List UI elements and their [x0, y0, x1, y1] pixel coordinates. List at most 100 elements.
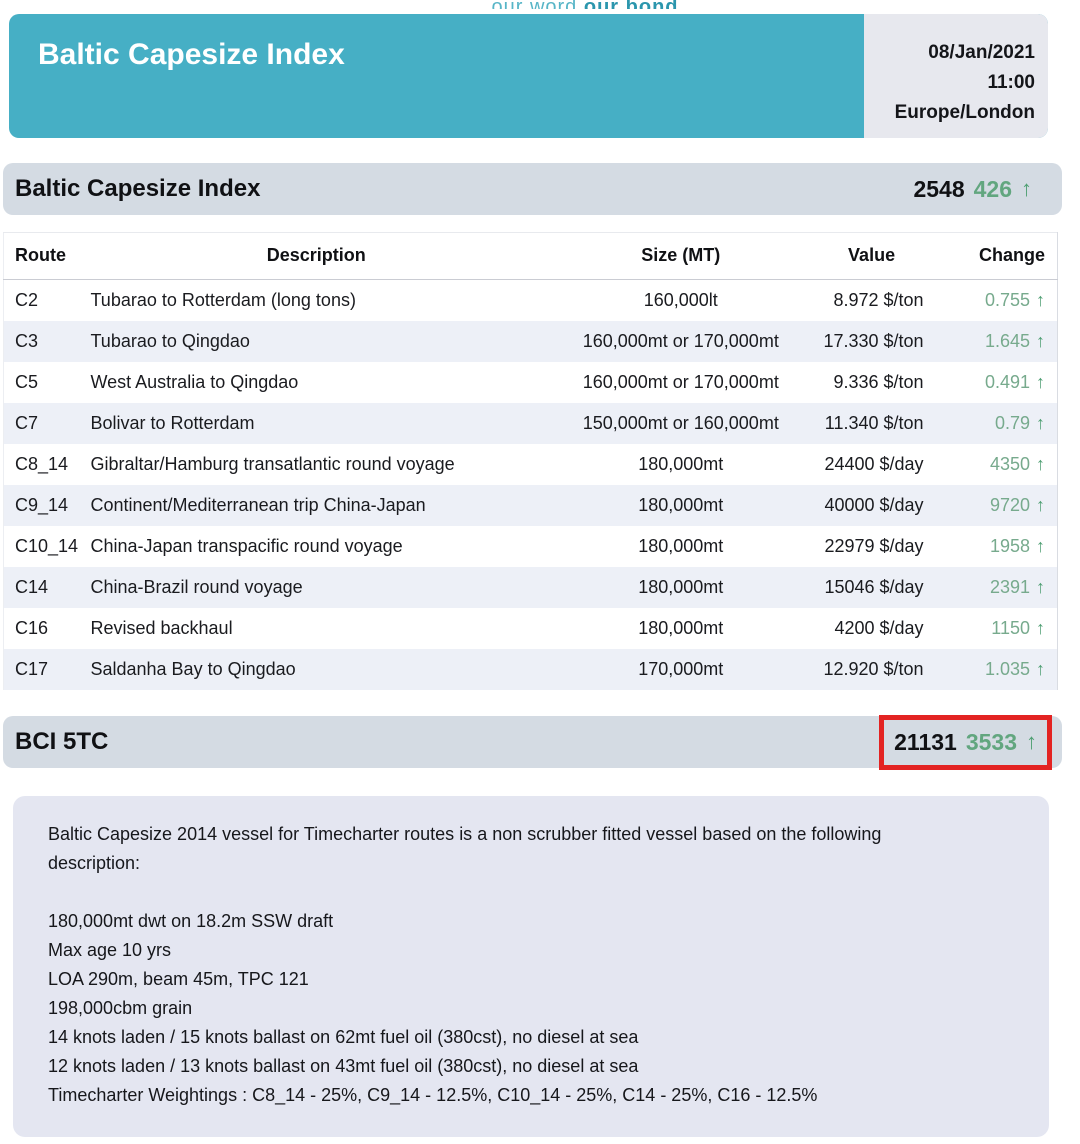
value-cell: 40000 $/day	[816, 485, 928, 526]
size-cell: 170,000mt	[546, 649, 816, 690]
routes-table-head: Route Description Size (MT) Value Change	[4, 233, 1058, 280]
up-arrow-icon: ↑	[1030, 331, 1045, 351]
description-cell: Gibraltar/Hamburg transatlantic round vo…	[86, 444, 545, 485]
route-cell: C14	[4, 567, 87, 608]
size-cell: 180,000mt	[546, 485, 816, 526]
bci-5tc-bar: BCI 5TC 21131 3533 ↑	[3, 716, 1062, 768]
table-row: C2 Tubarao to Rotterdam (long tons) 160,…	[4, 280, 1058, 322]
description-cell: Tubarao to Rotterdam (long tons)	[86, 280, 545, 322]
column-header-change: Change	[928, 233, 1058, 280]
vessel-description-paragraph: Baltic Capesize 2014 vessel for Timechar…	[48, 820, 978, 878]
change-cell: 0.755↑	[928, 280, 1058, 322]
up-arrow-icon: ↑	[1030, 372, 1045, 392]
bci-5tc-change: 3533	[966, 729, 1017, 756]
route-cell: C7	[4, 403, 87, 444]
vessel-spec-line: Max age 10 yrs	[48, 936, 1009, 965]
up-arrow-icon: ↑	[1026, 729, 1037, 755]
index-value: 2548	[913, 176, 964, 203]
table-row: C9_14 Continent/Mediterranean trip China…	[4, 485, 1058, 526]
change-cell: 1.645↑	[928, 321, 1058, 362]
description-cell: West Australia to Qingdao	[86, 362, 545, 403]
table-row: C5 West Australia to Qingdao 160,000mt o…	[4, 362, 1058, 403]
routes-table: Route Description Size (MT) Value Change…	[3, 232, 1058, 690]
column-header-description: Description	[86, 233, 545, 280]
route-cell: C16	[4, 608, 87, 649]
routes-header-row: Route Description Size (MT) Value Change	[4, 233, 1058, 280]
motto-part2: our bond	[584, 0, 679, 9]
table-row: C7 Bolivar to Rotterdam 150,000mt or 160…	[4, 403, 1058, 444]
up-arrow-icon: ↑	[1030, 495, 1045, 515]
vessel-description-panel: Baltic Capesize 2014 vessel for Timechar…	[13, 796, 1049, 1137]
size-cell: 180,000mt	[546, 444, 816, 485]
up-arrow-icon: ↑	[1030, 290, 1045, 310]
change-amount: 1.035	[985, 659, 1030, 679]
table-row: C17 Saldanha Bay to Qingdao 170,000mt 12…	[4, 649, 1058, 690]
description-cell: Bolivar to Rotterdam	[86, 403, 545, 444]
size-cell: 150,000mt or 160,000mt	[546, 403, 816, 444]
change-amount: 1150	[991, 618, 1030, 638]
up-arrow-icon: ↑	[1030, 536, 1045, 556]
route-cell: C8_14	[4, 444, 87, 485]
report-time: 11:00	[864, 68, 1035, 98]
up-arrow-icon: ↑	[1030, 577, 1045, 597]
report-datebox: 08/Jan/2021 11:00 Europe/London	[864, 14, 1048, 138]
description-cell: Continent/Mediterranean trip China-Japan	[86, 485, 545, 526]
description-cell: China-Japan transpacific round voyage	[86, 526, 545, 567]
size-cell: 160,000mt or 170,000mt	[546, 321, 816, 362]
index-summary-bar: Baltic Capesize Index 2548 426 ↑	[3, 163, 1062, 215]
change-amount: 2391	[990, 577, 1030, 597]
value-cell: 11.340 $/ton	[816, 403, 928, 444]
change-cell: 1.035↑	[928, 649, 1058, 690]
size-cell: 180,000mt	[546, 608, 816, 649]
table-row: C16 Revised backhaul 180,000mt 4200 $/da…	[4, 608, 1058, 649]
change-cell: 2391↑	[928, 567, 1058, 608]
route-cell: C9_14	[4, 485, 87, 526]
change-amount: 0.491	[985, 372, 1030, 392]
index-bar-label: Baltic Capesize Index	[15, 175, 260, 203]
change-cell: 4350↑	[928, 444, 1058, 485]
route-cell: C2	[4, 280, 87, 322]
vessel-spec-line: LOA 290m, beam 45m, TPC 121	[48, 965, 1009, 994]
change-cell: 0.491↑	[928, 362, 1058, 403]
value-cell: 17.330 $/ton	[816, 321, 928, 362]
route-cell: C5	[4, 362, 87, 403]
motto-part1: our word	[491, 0, 577, 9]
description-cell: Revised backhaul	[86, 608, 545, 649]
change-cell: 0.79↑	[928, 403, 1058, 444]
size-cell: 160,000lt	[546, 280, 816, 322]
table-row: C3 Tubarao to Qingdao 160,000mt or 170,0…	[4, 321, 1058, 362]
route-cell: C10_14	[4, 526, 87, 567]
up-arrow-icon: ↑	[1030, 454, 1045, 474]
vessel-spec-line: 14 knots laden / 15 knots ballast on 62m…	[48, 1023, 1009, 1052]
size-cell: 180,000mt	[546, 567, 816, 608]
bci-5tc-label: BCI 5TC	[15, 728, 108, 756]
value-cell: 9.336 $/ton	[816, 362, 928, 403]
up-arrow-icon: ↑	[1030, 413, 1045, 433]
change-amount: 1958	[990, 536, 1030, 556]
motto-clipped-text: our word our bond	[0, 0, 1080, 9]
column-header-size: Size (MT)	[546, 233, 816, 280]
value-cell: 12.920 $/ton	[816, 649, 928, 690]
report-header: Baltic Capesize Index 08/Jan/2021 11:00 …	[9, 14, 1048, 138]
column-header-route: Route	[4, 233, 87, 280]
route-cell: C3	[4, 321, 87, 362]
report-date: 08/Jan/2021	[864, 38, 1035, 68]
description-cell: Tubarao to Qingdao	[86, 321, 545, 362]
column-header-value: Value	[816, 233, 928, 280]
up-arrow-icon: ↑	[1021, 176, 1032, 202]
report-timezone: Europe/London	[864, 98, 1035, 128]
routes-tbody: C2 Tubarao to Rotterdam (long tons) 160,…	[4, 280, 1058, 691]
table-row: C14 China-Brazil round voyage 180,000mt …	[4, 567, 1058, 608]
change-amount: 9720	[990, 495, 1030, 515]
up-arrow-icon: ↑	[1030, 659, 1045, 679]
value-cell: 24400 $/day	[816, 444, 928, 485]
size-cell: 180,000mt	[546, 526, 816, 567]
index-bar-figures: 2548 426 ↑	[913, 176, 1032, 203]
size-cell: 160,000mt or 170,000mt	[546, 362, 816, 403]
red-annotation-box: 21131 3533 ↑	[879, 715, 1052, 770]
change-cell: 1958↑	[928, 526, 1058, 567]
value-cell: 8.972 $/ton	[816, 280, 928, 322]
vessel-spec-line: Timecharter Weightings : C8_14 - 25%, C9…	[48, 1081, 1009, 1110]
vessel-spec-line: 12 knots laden / 13 knots ballast on 43m…	[48, 1052, 1009, 1081]
route-cell: C17	[4, 649, 87, 690]
